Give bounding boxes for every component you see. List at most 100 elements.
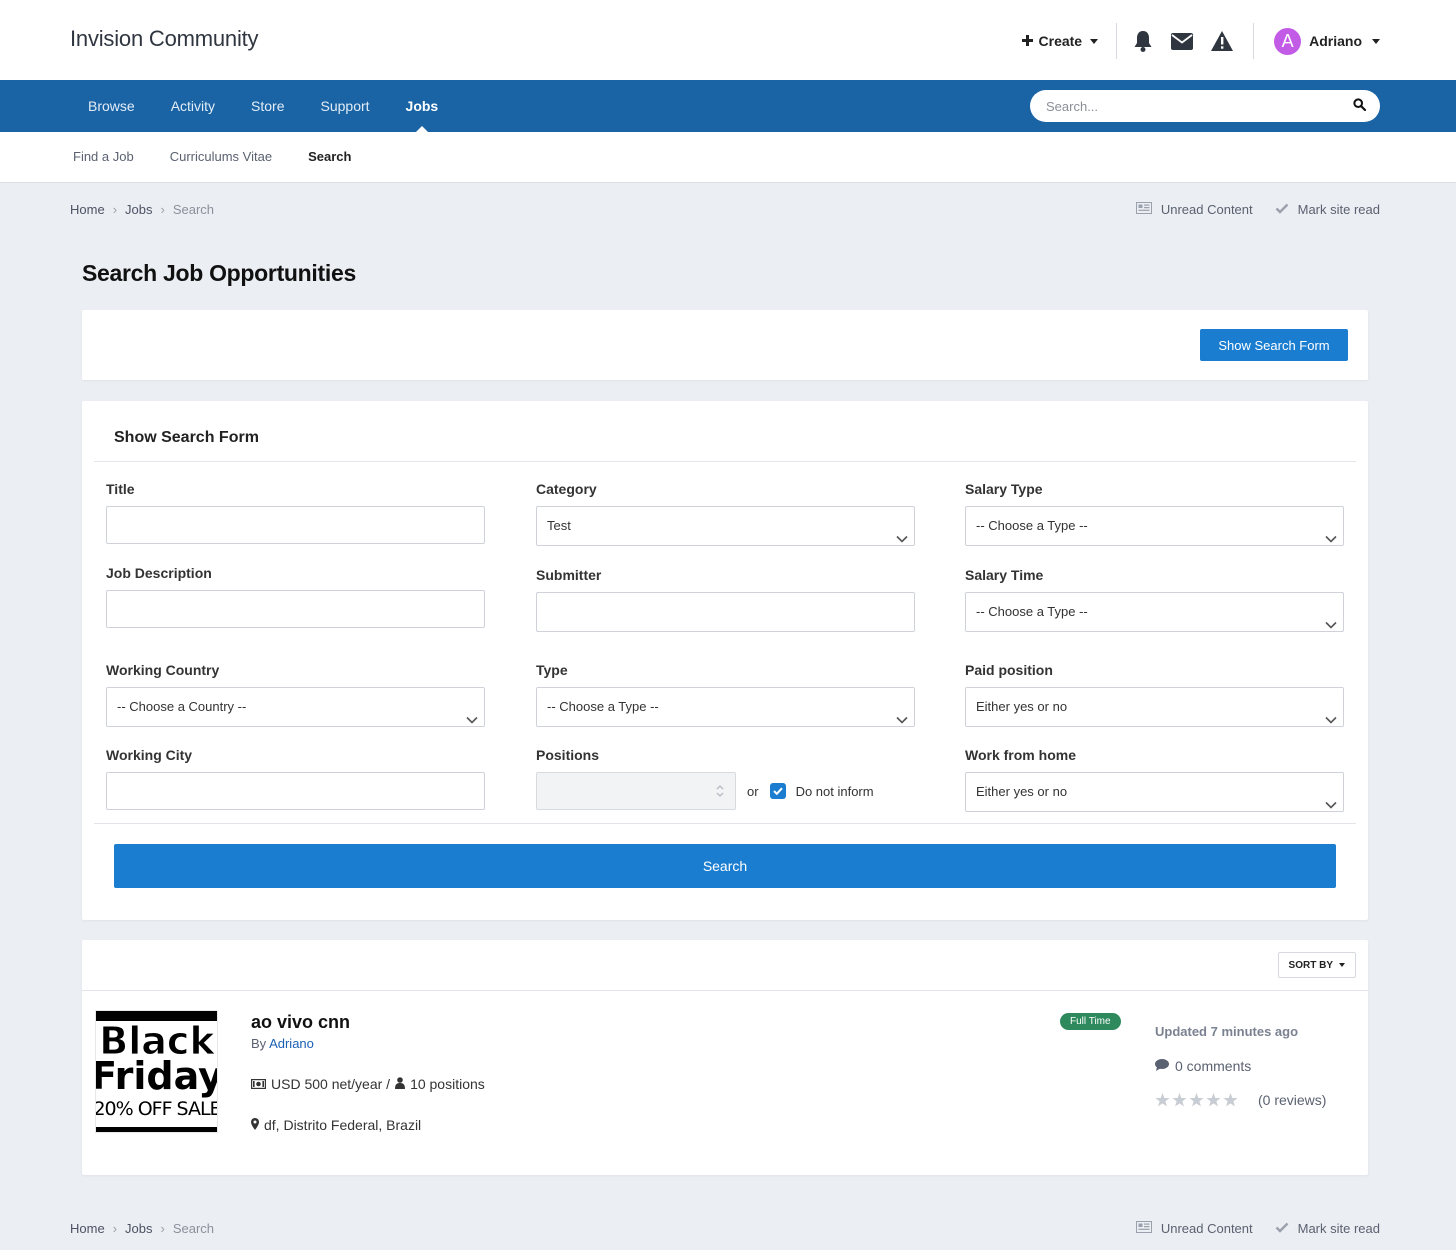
- unread-content-link[interactable]: Unread Content: [1135, 201, 1253, 217]
- subnav-item-search[interactable]: Search: [290, 132, 369, 182]
- job-thumbnail[interactable]: Black Friday 20% OFF SALE: [95, 1010, 218, 1133]
- caret-down-icon: [1090, 38, 1099, 44]
- sort-by-button[interactable]: SORT BY: [1277, 952, 1356, 978]
- show-search-form-button[interactable]: Show Search Form: [1200, 329, 1348, 361]
- city-input[interactable]: [106, 772, 485, 810]
- salary-type-select[interactable]: -- Choose a Type --: [965, 506, 1344, 546]
- wfh-select[interactable]: Either yes or no: [965, 772, 1344, 812]
- search-input[interactable]: [1046, 98, 1353, 114]
- job-salary-line: USD 500 net/year / 10 positions: [251, 1076, 485, 1092]
- title-input[interactable]: [106, 506, 485, 544]
- site-title[interactable]: Invision Community: [70, 26, 259, 52]
- submitter-label: Submitter: [536, 567, 602, 583]
- paid-select[interactable]: Either yes or no: [965, 687, 1344, 727]
- thumbnail-text-3: 20% OFF SALE: [96, 1098, 218, 1120]
- city-field-group: Working City: [106, 747, 485, 810]
- breadcrumb-jobs[interactable]: Jobs: [125, 1221, 152, 1236]
- type-field-group: Type -- Choose a Type --: [536, 662, 915, 727]
- star-icon: [1189, 1093, 1204, 1107]
- wfh-field-group: Work from home Either yes or no: [965, 747, 1344, 812]
- nav-item-support[interactable]: Support: [303, 80, 388, 132]
- chevron-down-icon: [466, 701, 478, 739]
- positions-input: [536, 772, 736, 810]
- city-label: Working City: [106, 747, 193, 763]
- positions-text: 10 positions: [410, 1076, 485, 1092]
- job-title[interactable]: ao vivo cnn: [251, 1012, 350, 1033]
- chevron-right-icon: ›: [112, 1220, 118, 1236]
- salary-type-label: Salary Type: [965, 481, 1043, 497]
- search-toggle-box: Show Search Form: [82, 310, 1368, 380]
- nav-item-browse[interactable]: Browse: [70, 80, 153, 132]
- site-header: Invision Community Create A Adriano: [0, 0, 1456, 80]
- newspaper-icon: [1135, 201, 1152, 217]
- nav-item-store[interactable]: Store: [233, 80, 302, 132]
- subnav-item-cv[interactable]: Curriculums Vitae: [152, 132, 290, 182]
- category-field-group: Category Test: [536, 481, 915, 546]
- chevron-down-icon: [1325, 520, 1337, 558]
- bell-icon[interactable]: [1133, 30, 1153, 52]
- nav-item-activity[interactable]: Activity: [153, 80, 233, 132]
- map-marker-icon: [251, 1117, 259, 1133]
- chevron-down-icon: [896, 520, 908, 558]
- warning-icon[interactable]: [1211, 31, 1234, 51]
- country-value: -- Choose a Country --: [117, 699, 247, 714]
- location-text: df, Distrito Federal, Brazil: [264, 1117, 422, 1133]
- divider: [94, 823, 1356, 824]
- search-submit-button[interactable]: Search: [114, 844, 1336, 888]
- submitter-field-group: Submitter: [536, 567, 915, 632]
- title-label: Title: [106, 481, 135, 497]
- breadcrumb-current: Search: [172, 1220, 215, 1236]
- unread-content-link[interactable]: Unread Content: [1135, 1220, 1253, 1236]
- sub-navigation: Find a Job Curriculums Vitae Search: [0, 132, 1456, 183]
- submitter-input[interactable]: [536, 592, 915, 632]
- country-field-group: Working Country -- Choose a Country --: [106, 662, 485, 727]
- breadcrumb-home[interactable]: Home: [70, 1221, 105, 1236]
- category-select[interactable]: Test: [536, 506, 915, 546]
- check-icon: [1275, 202, 1289, 217]
- caret-down-icon: [1372, 38, 1380, 44]
- or-label: or: [747, 783, 759, 799]
- country-label: Working Country: [106, 662, 220, 678]
- spinner-icon: [715, 783, 725, 802]
- chevron-right-icon: ›: [160, 1220, 165, 1236]
- do-not-inform-checkbox[interactable]: [769, 783, 786, 799]
- category-value: Test: [547, 518, 571, 533]
- breadcrumb: Home › Jobs › Search Unread Content Mark…: [70, 199, 1380, 219]
- breadcrumb-current: Search: [172, 201, 215, 217]
- do-not-inform-label[interactable]: Do not inform: [796, 784, 874, 799]
- search-icon[interactable]: [1353, 98, 1367, 114]
- mark-site-read-link[interactable]: Mark site read: [1275, 202, 1380, 217]
- star-icon: [1172, 1093, 1187, 1107]
- user-name: Adriano: [1309, 33, 1362, 49]
- author-link[interactable]: Adriano: [269, 1036, 314, 1051]
- plus-icon: [1021, 33, 1033, 49]
- notification-icons: [1117, 30, 1253, 52]
- subnav-item-find-job[interactable]: Find a Job: [55, 132, 152, 182]
- salary-time-field-group: Salary Time -- Choose a Type --: [965, 567, 1344, 632]
- breadcrumb-footer: Home › Jobs › Search Unread Content Mark…: [70, 1218, 1380, 1238]
- user-bar: Create A Adriano: [1021, 22, 1380, 60]
- country-select[interactable]: -- Choose a Country --: [106, 687, 485, 727]
- salary-time-select[interactable]: -- Choose a Type --: [965, 592, 1344, 632]
- user-menu[interactable]: A Adriano: [1254, 27, 1380, 55]
- comments-link[interactable]: 0 comments: [1155, 1058, 1251, 1074]
- description-input[interactable]: [106, 590, 485, 628]
- divider: [94, 461, 1356, 462]
- create-label: Create: [1038, 33, 1083, 49]
- star-icon: [1223, 1093, 1238, 1107]
- nav-item-jobs[interactable]: Jobs: [388, 80, 457, 132]
- chevron-down-icon: [1325, 786, 1337, 824]
- salary-time-value: -- Choose a Type --: [976, 604, 1088, 619]
- paid-field-group: Paid position Either yes or no: [965, 662, 1344, 727]
- envelope-icon[interactable]: [1171, 32, 1194, 50]
- caret-down-icon: [1339, 963, 1345, 967]
- type-select[interactable]: -- Choose a Type --: [536, 687, 915, 727]
- results-box: SORT BY Black Friday 20% OFF SALE ao viv…: [82, 940, 1368, 1175]
- chevron-down-icon: [896, 701, 908, 739]
- mark-site-read-link[interactable]: Mark site read: [1275, 1221, 1380, 1236]
- chevron-right-icon: ›: [112, 201, 118, 217]
- breadcrumb-jobs[interactable]: Jobs: [125, 202, 152, 217]
- breadcrumb-home[interactable]: Home: [70, 202, 105, 217]
- create-button[interactable]: Create: [1021, 33, 1117, 49]
- rating: (0 reviews): [1155, 1092, 1326, 1108]
